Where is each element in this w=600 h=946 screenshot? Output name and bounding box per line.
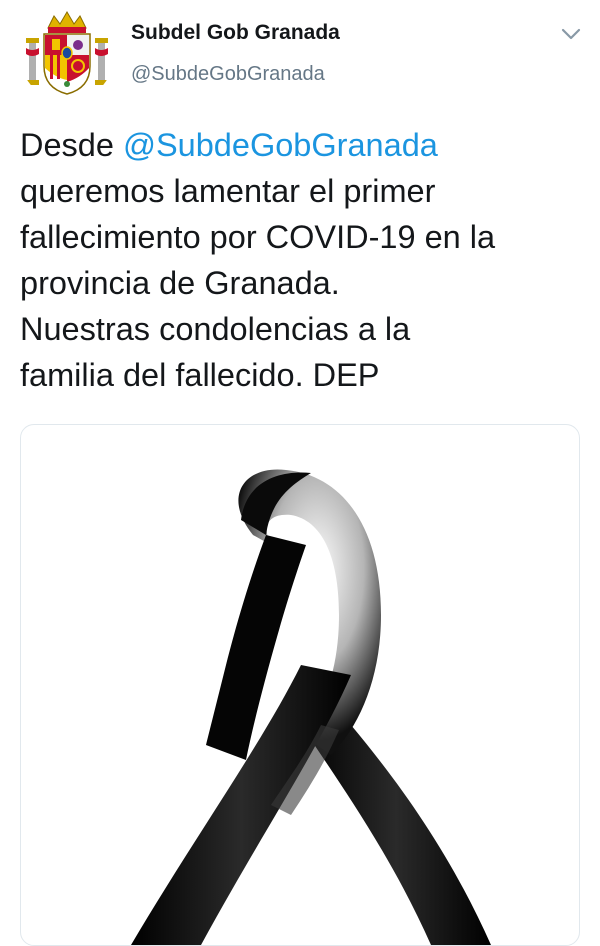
display-name[interactable]: Subdel Gob Granada [131,21,340,45]
chevron-down-icon[interactable] [557,20,585,48]
tweet-line-6: familia del fallecido. DEP [20,357,380,393]
tweet-line-3: fallecimiento por COVID-19 en la [20,219,496,255]
tweet-prefix: Desde [20,127,123,163]
tweet-line-4: provincia de Granada. [20,265,340,301]
tweet-line-5: Nuestras condolencias a la [20,311,411,347]
tweet-text: Desde @SubdeGobGranada queremos lamentar… [20,122,585,398]
tweet-line-2: queremos lamentar el primer [20,173,436,209]
media-card[interactable] [20,424,580,946]
tweet-line-1: Desde @SubdeGobGranada [20,122,585,168]
mention-link[interactable]: @SubdeGobGranada [123,127,438,163]
user-handle[interactable]: @SubdeGobGranada [131,63,325,86]
spanish-coat-of-arms-icon [26,11,108,95]
avatar[interactable] [20,8,114,102]
mourning-ribbon-icon [131,469,491,945]
tweet-header: Subdel Gob Granada @SubdeGobGranada [0,0,600,110]
